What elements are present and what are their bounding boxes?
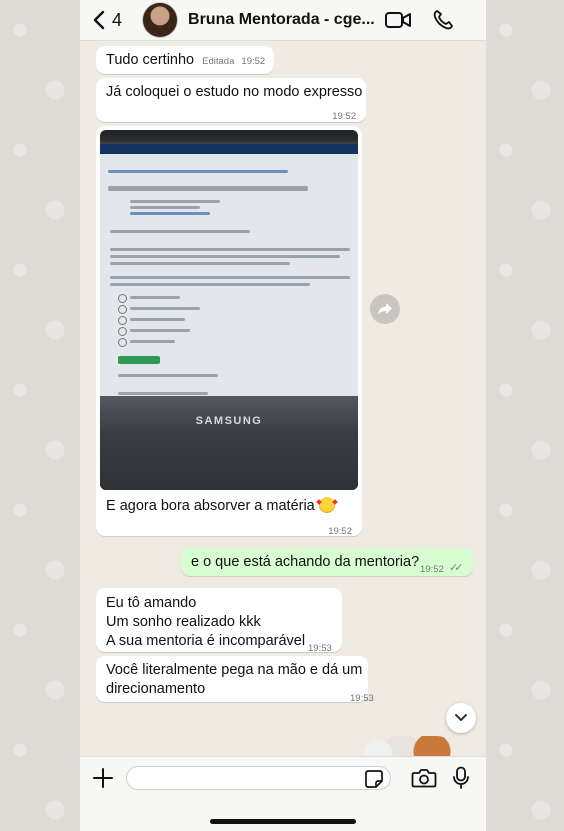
message-line: A sua mentoria é incomparável — [106, 633, 306, 649]
chevron-down-icon — [455, 714, 467, 721]
chevron-left-icon — [93, 10, 105, 30]
photo-laptop-screen — [100, 144, 358, 396]
edited-label: Editada — [202, 56, 235, 67]
message-time: 19:53 — [350, 693, 374, 704]
outgoing-message-bubble[interactable]: e o que está achando da mentoria? 19:52 … — [181, 548, 473, 576]
chat-screen: 4 Bruna Mentorada - cge... Tudo certinho… — [80, 0, 486, 831]
message-line: Eu tô amando — [106, 595, 197, 611]
message-photo[interactable]: SAMSUNG — [100, 130, 358, 490]
message-text: Já coloquei o estudo no modo expresso — [106, 84, 363, 100]
unread-count: 4 — [112, 9, 123, 30]
message-bubble[interactable]: Já coloquei o estudo no modo expresso 19… — [96, 78, 366, 122]
message-bubble[interactable]: Tudo certinho Editada 19:52 — [96, 46, 274, 74]
photo-brand-text: SAMSUNG — [195, 415, 263, 427]
video-call-icon[interactable] — [384, 9, 412, 31]
message-line: Você literalmente pega na mão e dá um — [106, 662, 363, 678]
forward-button[interactable] — [370, 294, 400, 324]
avatar[interactable] — [142, 2, 179, 38]
back-button[interactable]: 4 — [92, 10, 122, 31]
background-pattern-right — [486, 0, 564, 831]
forward-arrow-icon — [378, 303, 392, 315]
composer-bar — [80, 756, 486, 831]
message-time: 19:52 — [328, 526, 352, 537]
phone-call-icon[interactable] — [432, 9, 454, 31]
plus-icon[interactable] — [92, 767, 114, 789]
scroll-to-bottom-button[interactable] — [446, 703, 476, 733]
message-line: direcionamento — [106, 681, 206, 697]
smiling-face-with-hearts-icon — [318, 497, 335, 513]
message-line: Um sonho realizado kkk — [106, 614, 261, 630]
microphone-icon[interactable] — [452, 766, 470, 790]
contact-name[interactable]: Bruna Mentorada - cge... — [188, 11, 378, 29]
sticker-icon[interactable] — [364, 769, 384, 789]
camera-icon[interactable] — [411, 767, 437, 789]
read-receipt-icon: ✓✓ — [449, 562, 464, 574]
photo-laptop-body — [100, 396, 358, 490]
image-caption: E agora bora absorver a matéria — [106, 498, 315, 514]
image-message-bubble[interactable]: SAMSUNG E agora bora absorver a matéria … — [96, 126, 362, 537]
message-bubble[interactable]: Eu tô amando Um sonho realizado kkk A su… — [96, 588, 342, 654]
message-time: 19:52 — [420, 564, 444, 575]
chat-header: 4 Bruna Mentorada - cge... — [80, 0, 486, 41]
message-text: Tudo certinho — [106, 52, 195, 68]
message-text: e o que está achando da mentoria? — [191, 554, 420, 570]
home-indicator — [210, 819, 356, 824]
message-bubble[interactable]: Você literalmente pega na mão e dá um di… — [96, 656, 374, 704]
message-time: 19:52 — [241, 56, 266, 67]
message-time: 19:52 — [332, 111, 356, 122]
message-input[interactable] — [126, 766, 391, 790]
background-pattern-left — [0, 0, 80, 831]
